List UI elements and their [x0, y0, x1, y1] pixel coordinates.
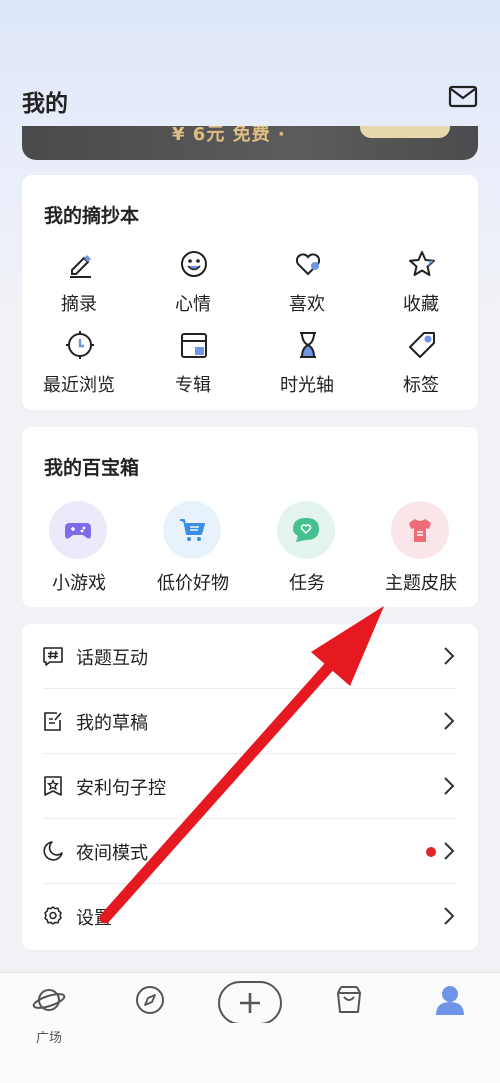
notebook-item-label: 专辑	[175, 375, 211, 396]
toolbox-title: 我的百宝箱	[44, 457, 140, 479]
hashtag-icon	[43, 647, 63, 666]
menu-item-recommend[interactable]: 安利句子控	[22, 754, 478, 819]
notebook-item-mood[interactable]: 心情	[136, 248, 250, 328]
tab-label: 广场	[35, 1031, 62, 1046]
notebook-item-excerpt[interactable]: 摘录	[22, 248, 136, 328]
chevron-right-icon	[444, 777, 455, 795]
notebook-item-label: 最近浏览	[43, 375, 115, 396]
notebook-item-timeline[interactable]: 时光轴	[250, 329, 364, 409]
notebook-item-label: 摘录	[61, 294, 97, 315]
moon-icon	[43, 841, 63, 861]
compass-icon	[136, 986, 164, 1014]
notebook-item-tag[interactable]: 标签	[364, 329, 478, 409]
mail-icon[interactable]	[448, 84, 478, 110]
menu-item-night-mode[interactable]: 夜间模式	[22, 819, 478, 884]
toolbox-item-deals[interactable]: 低价好物	[136, 501, 250, 601]
menu-item-drafts[interactable]: 我的草稿	[22, 689, 478, 754]
tshirt-icon	[409, 519, 431, 542]
menu-item-label: 我的草稿	[76, 713, 148, 734]
toolbox-card: 我的百宝箱 小游戏 低价好物 任务 主题皮肤	[22, 427, 478, 607]
pen-icon	[70, 255, 91, 278]
notebook-item-favorite[interactable]: 收藏	[364, 248, 478, 328]
add-icon	[240, 993, 260, 1013]
toolbox-item-themes[interactable]: 主题皮肤	[364, 501, 478, 601]
notebook-item-recent[interactable]: 最近浏览	[22, 329, 136, 409]
toolbox-item-tasks[interactable]: 任务	[250, 501, 364, 601]
chevron-right-icon	[444, 907, 455, 925]
notebook-item-like[interactable]: 喜欢	[250, 248, 364, 328]
chevron-right-icon	[444, 842, 455, 860]
album-icon	[181, 333, 207, 358]
menu-item-label: 夜间模式	[76, 843, 148, 864]
chat-heart-icon	[293, 518, 319, 542]
menu-item-label: 话题互动	[76, 648, 148, 669]
planet-icon	[32, 989, 66, 1011]
tag-icon	[409, 332, 435, 358]
star-icon	[409, 251, 435, 276]
bookmark-star-icon	[44, 776, 62, 796]
notebook-item-label: 标签	[403, 375, 439, 396]
notebook-item-label: 心情	[175, 294, 211, 315]
top-bar: 我的	[0, 70, 500, 126]
hourglass-icon	[300, 332, 316, 358]
notebook-item-label: 喜欢	[289, 294, 325, 315]
chevron-right-icon	[444, 712, 455, 730]
notebook-item-album[interactable]: 专辑	[136, 329, 250, 409]
notebook-item-label: 时光轴	[280, 375, 334, 396]
menu-card: 话题互动 我的草稿 安利句子控 夜间模式 设置	[22, 624, 478, 950]
cart-icon	[180, 519, 205, 541]
bag-icon	[337, 986, 361, 1013]
toolbox-item-label: 主题皮肤	[385, 573, 457, 594]
smile-icon	[181, 251, 207, 277]
page-title: 我的	[22, 91, 68, 117]
profile-icon	[436, 986, 464, 1015]
draft-icon	[44, 712, 62, 731]
clock-icon	[66, 331, 94, 359]
bottom-tab-bar: 广场 广场	[0, 972, 500, 1083]
notebook-item-label: 收藏	[403, 294, 439, 315]
gear-icon	[44, 906, 62, 925]
menu-item-label: 安利句子控	[76, 778, 166, 799]
gamepad-icon	[65, 523, 91, 539]
banner-button[interactable]	[360, 126, 450, 138]
menu-item-topics[interactable]: 话题互动	[22, 624, 478, 689]
notebook-card: 我的摘抄本 摘录 心情 喜欢 收藏 最近浏览 专辑 时光轴 标签	[22, 175, 478, 410]
add-post-button[interactable]	[218, 981, 282, 1025]
heart-icon	[295, 253, 321, 276]
toolbox-item-mini-games[interactable]: 小游戏	[22, 501, 136, 601]
notebook-title: 我的摘抄本	[44, 205, 140, 227]
notification-dot	[426, 847, 436, 857]
banner-text: ¥ 6元 免费 ·	[172, 126, 286, 145]
menu-item-settings[interactable]: 设置	[22, 884, 478, 949]
chevron-right-icon	[444, 647, 455, 665]
promo-banner[interactable]: ¥ 6元 免费 ·	[22, 126, 478, 160]
menu-item-label: 设置	[76, 908, 112, 929]
